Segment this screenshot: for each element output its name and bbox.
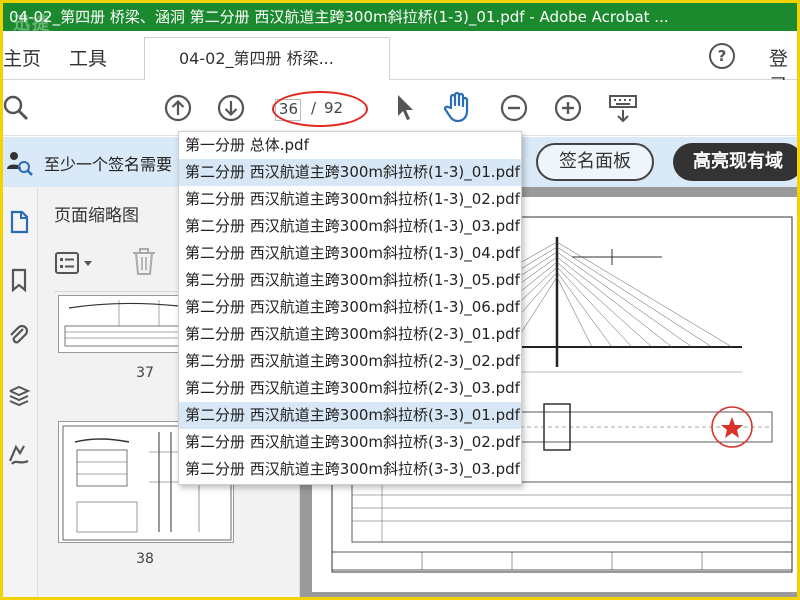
title-bar: 迅捷 04-02_第四册 桥梁、涵洞 第二分册 西汉航道主跨300m斜拉桥(1-…	[3, 3, 797, 31]
keyboard-icon[interactable]	[607, 94, 639, 124]
thumbnails-icon[interactable]	[6, 209, 32, 235]
toolbar: 36 / 92	[3, 80, 797, 136]
zoom-icon[interactable]	[3, 94, 31, 122]
layers-icon[interactable]	[6, 383, 32, 409]
signature-icon	[7, 152, 33, 176]
signature-panel-button[interactable]: 签名面板	[536, 143, 654, 181]
file-item[interactable]: 第二分册 西汉航道主跨300m斜拉桥(3-3)_03.pdf	[179, 456, 521, 483]
trash-icon[interactable]	[130, 247, 158, 277]
select-cursor-icon[interactable]	[393, 92, 417, 124]
tab-row: 主页 工具 04-02_第四册 桥梁... ? 登录	[3, 31, 797, 97]
file-item[interactable]: 第二分册 西汉航道主跨300m斜拉桥(1-3)_06.pdf	[179, 294, 521, 321]
file-item[interactable]: 第二分册 西汉航道主跨300m斜拉桥(3-3)_02.pdf	[179, 429, 521, 456]
home-menu[interactable]: 主页	[3, 44, 41, 71]
navigation-rail	[3, 187, 38, 597]
thumbnail-panel-title: 页面缩略图	[54, 206, 139, 226]
thumbnail-page-number: 38	[136, 551, 154, 567]
document-tab-label: 04-02_第四册 桥梁...	[179, 49, 334, 68]
file-item[interactable]: 第二分册 西汉航道主跨300m斜拉桥(3-3)_01.pdf	[179, 402, 521, 429]
file-item[interactable]: 第二分册 西汉航道主跨300m斜拉桥(1-3)_03.pdf	[179, 213, 521, 240]
file-item[interactable]: 第二分册 西汉航道主跨300m斜拉桥(2-3)_03.pdf	[179, 375, 521, 402]
file-dropdown[interactable]: 第一分册 总体.pdf 第二分册 西汉航道主跨300m斜拉桥(1-3)_01.p…	[178, 131, 522, 485]
zoom-out-icon[interactable]	[499, 93, 529, 123]
file-item[interactable]: 第一分册 总体.pdf	[179, 132, 521, 159]
attachment-icon[interactable]	[6, 323, 32, 349]
page-down-icon[interactable]	[216, 93, 246, 123]
watermark: 迅捷	[13, 14, 51, 31]
tools-menu[interactable]: 工具	[69, 44, 107, 71]
help-icon[interactable]: ?	[709, 43, 735, 69]
zoom-in-icon[interactable]	[553, 93, 583, 123]
options-list-icon[interactable]	[54, 251, 98, 275]
annotation-ellipse	[272, 91, 368, 127]
file-item[interactable]: 第二分册 西汉航道主跨300m斜拉桥(1-3)_05.pdf	[179, 267, 521, 294]
thumbnail-page-number: 37	[136, 365, 154, 381]
thumbnail-toolbar	[54, 245, 174, 281]
file-item[interactable]: 第二分册 西汉航道主跨300m斜拉桥(1-3)_01.pdf	[179, 159, 521, 186]
file-item[interactable]: 第二分册 西汉航道主跨300m斜拉桥(2-3)_02.pdf	[179, 348, 521, 375]
bookmark-icon[interactable]	[6, 267, 32, 293]
signature-pen-icon[interactable]	[6, 441, 32, 467]
highlight-fields-button[interactable]: 高亮现有域	[673, 143, 800, 181]
hand-tool-icon[interactable]	[442, 90, 474, 124]
page-up-icon[interactable]	[163, 93, 193, 123]
window-title: 04-02_第四册 桥梁、涵洞 第二分册 西汉航道主跨300m斜拉桥(1-3)_…	[9, 8, 669, 26]
document-tab[interactable]: 04-02_第四册 桥梁...	[144, 37, 390, 81]
banner-message: 至少一个签名需要	[44, 155, 173, 174]
file-item[interactable]: 第二分册 西汉航道主跨300m斜拉桥(2-3)_01.pdf	[179, 321, 521, 348]
file-item[interactable]: 第二分册 西汉航道主跨300m斜拉桥(1-3)_04.pdf	[179, 240, 521, 267]
file-item[interactable]: 第二分册 西汉航道主跨300m斜拉桥(1-3)_02.pdf	[179, 186, 521, 213]
